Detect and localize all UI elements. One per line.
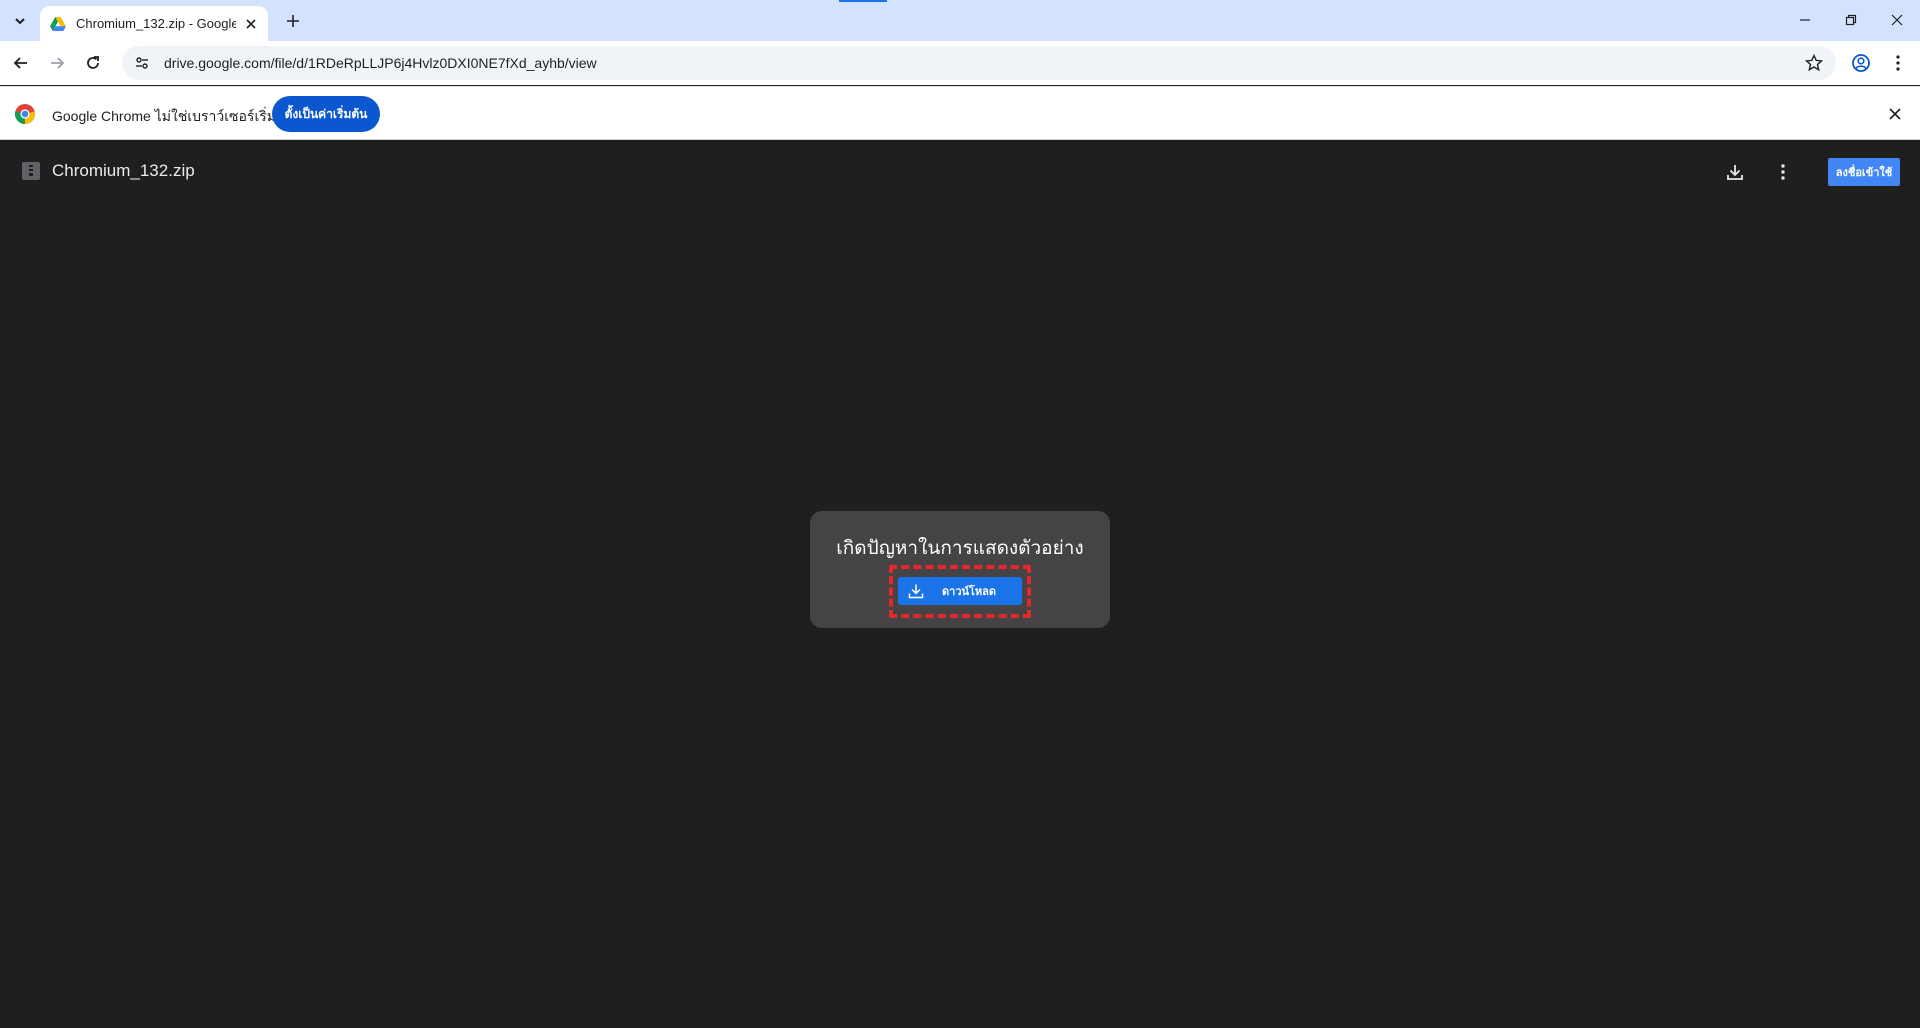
chrome-logo-icon xyxy=(14,104,36,124)
new-tab-button[interactable] xyxy=(281,9,305,33)
restore-button[interactable] xyxy=(1828,0,1874,40)
browser-toolbar: drive.google.com/file/d/1RDeRpLLJP6j4Hvl… xyxy=(0,41,1920,85)
tab-close-button[interactable] xyxy=(242,15,260,33)
minimize-icon xyxy=(1800,19,1810,21)
reload-button[interactable] xyxy=(77,47,109,79)
file-name: Chromium_132.zip xyxy=(52,161,195,180)
download-icon xyxy=(1727,165,1743,180)
sign-in-button[interactable]: ลงชื่อเข้าใช้ xyxy=(1828,158,1900,186)
preview-error-message: เกิดปัญหาในการแสดงตัวอย่าง xyxy=(836,538,1084,559)
google-drive-icon xyxy=(50,16,66,31)
restore-icon xyxy=(1845,14,1857,26)
download-icon xyxy=(908,584,924,599)
tab-strip: Chromium_132.zip - Google ไดร xyxy=(0,0,1920,41)
reload-icon xyxy=(87,56,99,69)
forward-button[interactable] xyxy=(41,47,73,79)
plus-icon xyxy=(287,15,299,27)
default-browser-infobar: Google Chrome ไม่ใช่เบราว์เซอร์เริ่มต้น … xyxy=(0,86,1920,140)
download-button-label: ดาวน์โหลด xyxy=(942,586,997,598)
minimize-button[interactable] xyxy=(1782,0,1828,40)
arrow-right-icon xyxy=(51,57,65,69)
profile-button[interactable] xyxy=(1845,47,1877,79)
url-text: drive.google.com/file/d/1RDeRpLLJP6j4Hvl… xyxy=(164,55,597,71)
close-icon xyxy=(1891,14,1903,26)
infobar-message: Google Chrome ไม่ใช่เบราว์เซอร์เริ่มต้น xyxy=(52,108,295,124)
download-button[interactable]: ดาวน์โหลด xyxy=(898,577,1022,605)
header-download-button[interactable] xyxy=(1721,158,1749,186)
address-bar[interactable]: drive.google.com/file/d/1RDeRpLLJP6j4Hvl… xyxy=(122,46,1836,80)
back-button[interactable] xyxy=(5,47,37,79)
close-icon xyxy=(246,18,256,29)
active-tab[interactable]: Chromium_132.zip - Google ไดร xyxy=(40,6,268,41)
more-actions-button[interactable] xyxy=(1769,158,1797,186)
more-vert-icon xyxy=(1781,164,1785,180)
close-window-button[interactable] xyxy=(1874,0,1920,40)
arrow-left-icon xyxy=(13,57,27,69)
loading-indicator xyxy=(839,0,887,2)
chevron-down-icon xyxy=(15,18,25,25)
preview-error-card: เกิดปัญหาในการแสดงตัวอย่าง ดาวน์โหลด xyxy=(810,511,1110,628)
tab-search-button[interactable] xyxy=(8,9,32,33)
more-vert-icon xyxy=(1896,55,1900,71)
bookmark-button[interactable] xyxy=(1802,51,1826,75)
site-info-icon[interactable] xyxy=(130,51,154,75)
viewer-header: Chromium_132.zip ลงชื่อเข้าใช้ xyxy=(0,141,1920,201)
close-icon xyxy=(1889,108,1901,120)
account-circle-icon xyxy=(1852,54,1870,72)
zip-file-icon xyxy=(22,162,40,180)
tab-title: Chromium_132.zip - Google ไดร xyxy=(76,16,236,31)
tune-icon xyxy=(136,57,148,69)
infobar-close-button[interactable] xyxy=(1884,103,1906,125)
set-default-button[interactable]: ตั้งเป็นค่าเริ่มต้น xyxy=(272,96,380,132)
browser-menu-button[interactable] xyxy=(1882,47,1914,79)
star-icon xyxy=(1805,54,1823,72)
